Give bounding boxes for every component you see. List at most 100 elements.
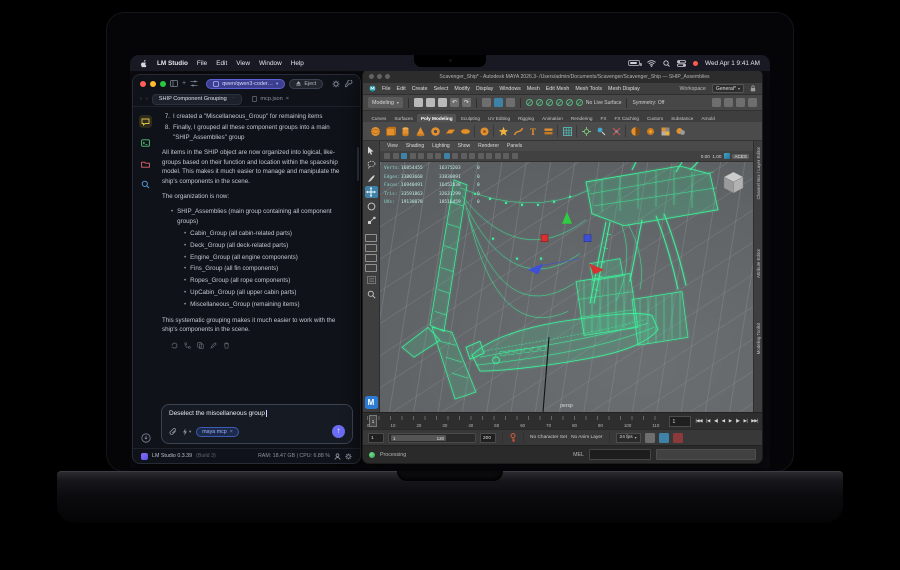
menu-select[interactable]: Select (434, 86, 449, 92)
menubar-window[interactable]: Window (259, 60, 282, 67)
panel-menu-panels[interactable]: Panels (507, 143, 522, 149)
view-cube[interactable] (720, 168, 747, 195)
viewport-icon[interactable] (393, 153, 399, 159)
save-scene-icon[interactable] (438, 98, 447, 107)
toolbar-icon[interactable] (736, 98, 745, 107)
panel-menu-shading[interactable]: Shading (406, 143, 424, 149)
shelf-tab-rigging[interactable]: Rigging (515, 114, 538, 122)
menu-create[interactable]: Create (412, 86, 428, 92)
layout-two-pane-stacked[interactable] (365, 254, 377, 262)
step-forward-key-button[interactable]: ▶| (744, 418, 748, 424)
anim-layer-selector[interactable]: No Anim Layer (571, 435, 602, 440)
minimize-button[interactable] (150, 81, 156, 87)
new-scene-icon[interactable] (414, 98, 423, 107)
symmetry-world-icon[interactable] (536, 99, 543, 106)
svg-tool-icon[interactable] (542, 125, 554, 137)
regenerate-icon[interactable] (171, 342, 178, 349)
paint-select-tool[interactable] (365, 172, 378, 184)
poly-sphere-icon[interactable] (369, 125, 381, 137)
menu-mesh-display[interactable]: Mesh Display (608, 86, 640, 92)
nav-forward-icon[interactable]: › (146, 96, 148, 102)
tab-more-icon[interactable]: ⋯ (230, 96, 236, 102)
branch-icon[interactable] (184, 342, 191, 349)
go-to-start-button[interactable]: |◀◀ (695, 418, 702, 424)
toolbar-icon[interactable] (712, 98, 721, 107)
rotate-tool[interactable] (365, 200, 378, 212)
animation-end-field[interactable]: 200 (480, 433, 496, 443)
tab-channel-box[interactable]: Channel Box / Layer Editor (756, 147, 761, 199)
menu-edit[interactable]: Edit (397, 86, 406, 92)
viewport-icon[interactable] (444, 153, 450, 159)
viewport-icon[interactable] (486, 153, 492, 159)
shelf-tab-uv-editing[interactable]: UV Editing (484, 114, 513, 122)
live-surface-button[interactable]: No Live Surface (586, 100, 622, 106)
color-management-icon[interactable] (724, 153, 730, 159)
poly-disc-icon[interactable] (459, 125, 471, 137)
nav-chat-icon[interactable] (139, 115, 152, 128)
shelf-tab-poly-modeling[interactable]: Poly Modeling (417, 114, 456, 122)
apple-logo-icon[interactable] (140, 59, 148, 68)
ik-handle-icon[interactable] (595, 125, 607, 137)
shelf-tab-curves[interactable]: Curves (368, 114, 390, 122)
range-groove[interactable]: 1 120 (388, 433, 476, 443)
poly-cylinder-icon[interactable] (399, 125, 411, 137)
symmetry-object-icon[interactable] (526, 99, 533, 106)
shelf-tab-substance[interactable]: Substance (668, 114, 697, 122)
symmetry-z-icon[interactable] (566, 99, 573, 106)
viewport-icon[interactable] (401, 153, 407, 159)
anim-prefs-icon[interactable] (659, 433, 669, 443)
menubar-view[interactable]: View (236, 60, 250, 67)
panel-menu-renderer[interactable]: Renderer (478, 143, 499, 149)
poly-cone-icon[interactable] (414, 125, 426, 137)
close-button[interactable] (140, 81, 146, 87)
new-chat-icon[interactable]: + (182, 81, 186, 87)
shelf-tab-surfaces[interactable]: Surfaces (391, 114, 417, 122)
toolbar-icon[interactable] (724, 98, 733, 107)
joint-tool-icon[interactable] (580, 125, 592, 137)
zoom-button[interactable] (160, 81, 166, 87)
redo-icon[interactable]: ↷ (462, 98, 471, 107)
shelf-tab-fx[interactable]: FX (597, 114, 610, 122)
viewport-icon[interactable] (418, 153, 424, 159)
wifi-icon[interactable] (647, 60, 656, 67)
nav-back-icon[interactable]: ‹ (140, 96, 142, 102)
menubar-clock[interactable]: Wed Apr 1 9:41 AM (705, 60, 760, 67)
menu-edit-mesh[interactable]: Edit Mesh (546, 86, 570, 92)
time-slider[interactable]: 1 0102030405060708090100110 1 |◀◀ |◀ ◀| … (363, 412, 762, 429)
menubar-edit[interactable]: Edit (216, 60, 227, 67)
panel-menu-view[interactable]: View (387, 143, 398, 149)
tab-close-icon[interactable]: × (286, 96, 289, 102)
chat-input[interactable]: Deselect the miscellaneous group ▾ maya … (161, 404, 353, 444)
tab-attribute-editor[interactable]: Attribute Editor (756, 249, 761, 278)
symmetry-selector[interactable]: Symmetry: Off (632, 100, 664, 106)
gamma-value[interactable]: 1.00 (712, 154, 721, 159)
send-button[interactable]: ↑ (332, 425, 345, 438)
current-frame-field[interactable]: 1 (669, 416, 691, 427)
viewport-icon[interactable] (495, 153, 501, 159)
settings-gear-icon[interactable] (332, 80, 340, 88)
undo-icon[interactable]: ↶ (450, 98, 459, 107)
character-set-selector[interactable]: No Character Set (530, 435, 567, 440)
delete-history-icon[interactable] (610, 125, 622, 137)
auto-key-icon[interactable] (673, 433, 683, 443)
go-to-end-button[interactable]: ▶▶| (751, 418, 758, 424)
panel-menu-lighting[interactable]: Lighting (432, 143, 450, 149)
delete-icon[interactable] (223, 342, 230, 349)
battery-icon[interactable] (628, 60, 640, 66)
lasso-tool[interactable] (365, 158, 378, 170)
screen-recording-icon[interactable] (693, 61, 698, 66)
snap-curve-icon[interactable] (494, 98, 503, 107)
render-settings-icon[interactable] (644, 125, 656, 137)
shelf-tab-animation[interactable]: Animation (539, 114, 567, 122)
menu-modify[interactable]: Modify (454, 86, 470, 92)
attachment-icon[interactable] (169, 428, 177, 436)
render-icon[interactable] (629, 125, 641, 137)
camera-label[interactable]: persp (560, 403, 573, 409)
chat-input-value[interactable]: Deselect the miscellaneous group (169, 410, 265, 417)
viewport-icon[interactable] (512, 153, 518, 159)
magnifier-tool[interactable] (365, 288, 378, 300)
layout-single-pane[interactable] (365, 234, 377, 242)
step-back-key-button[interactable]: |◀ (706, 418, 710, 424)
menu-mesh-tools[interactable]: Mesh Tools (575, 86, 602, 92)
tab-ship-component-grouping[interactable]: SHIP Component Grouping ⋯ (152, 94, 243, 105)
